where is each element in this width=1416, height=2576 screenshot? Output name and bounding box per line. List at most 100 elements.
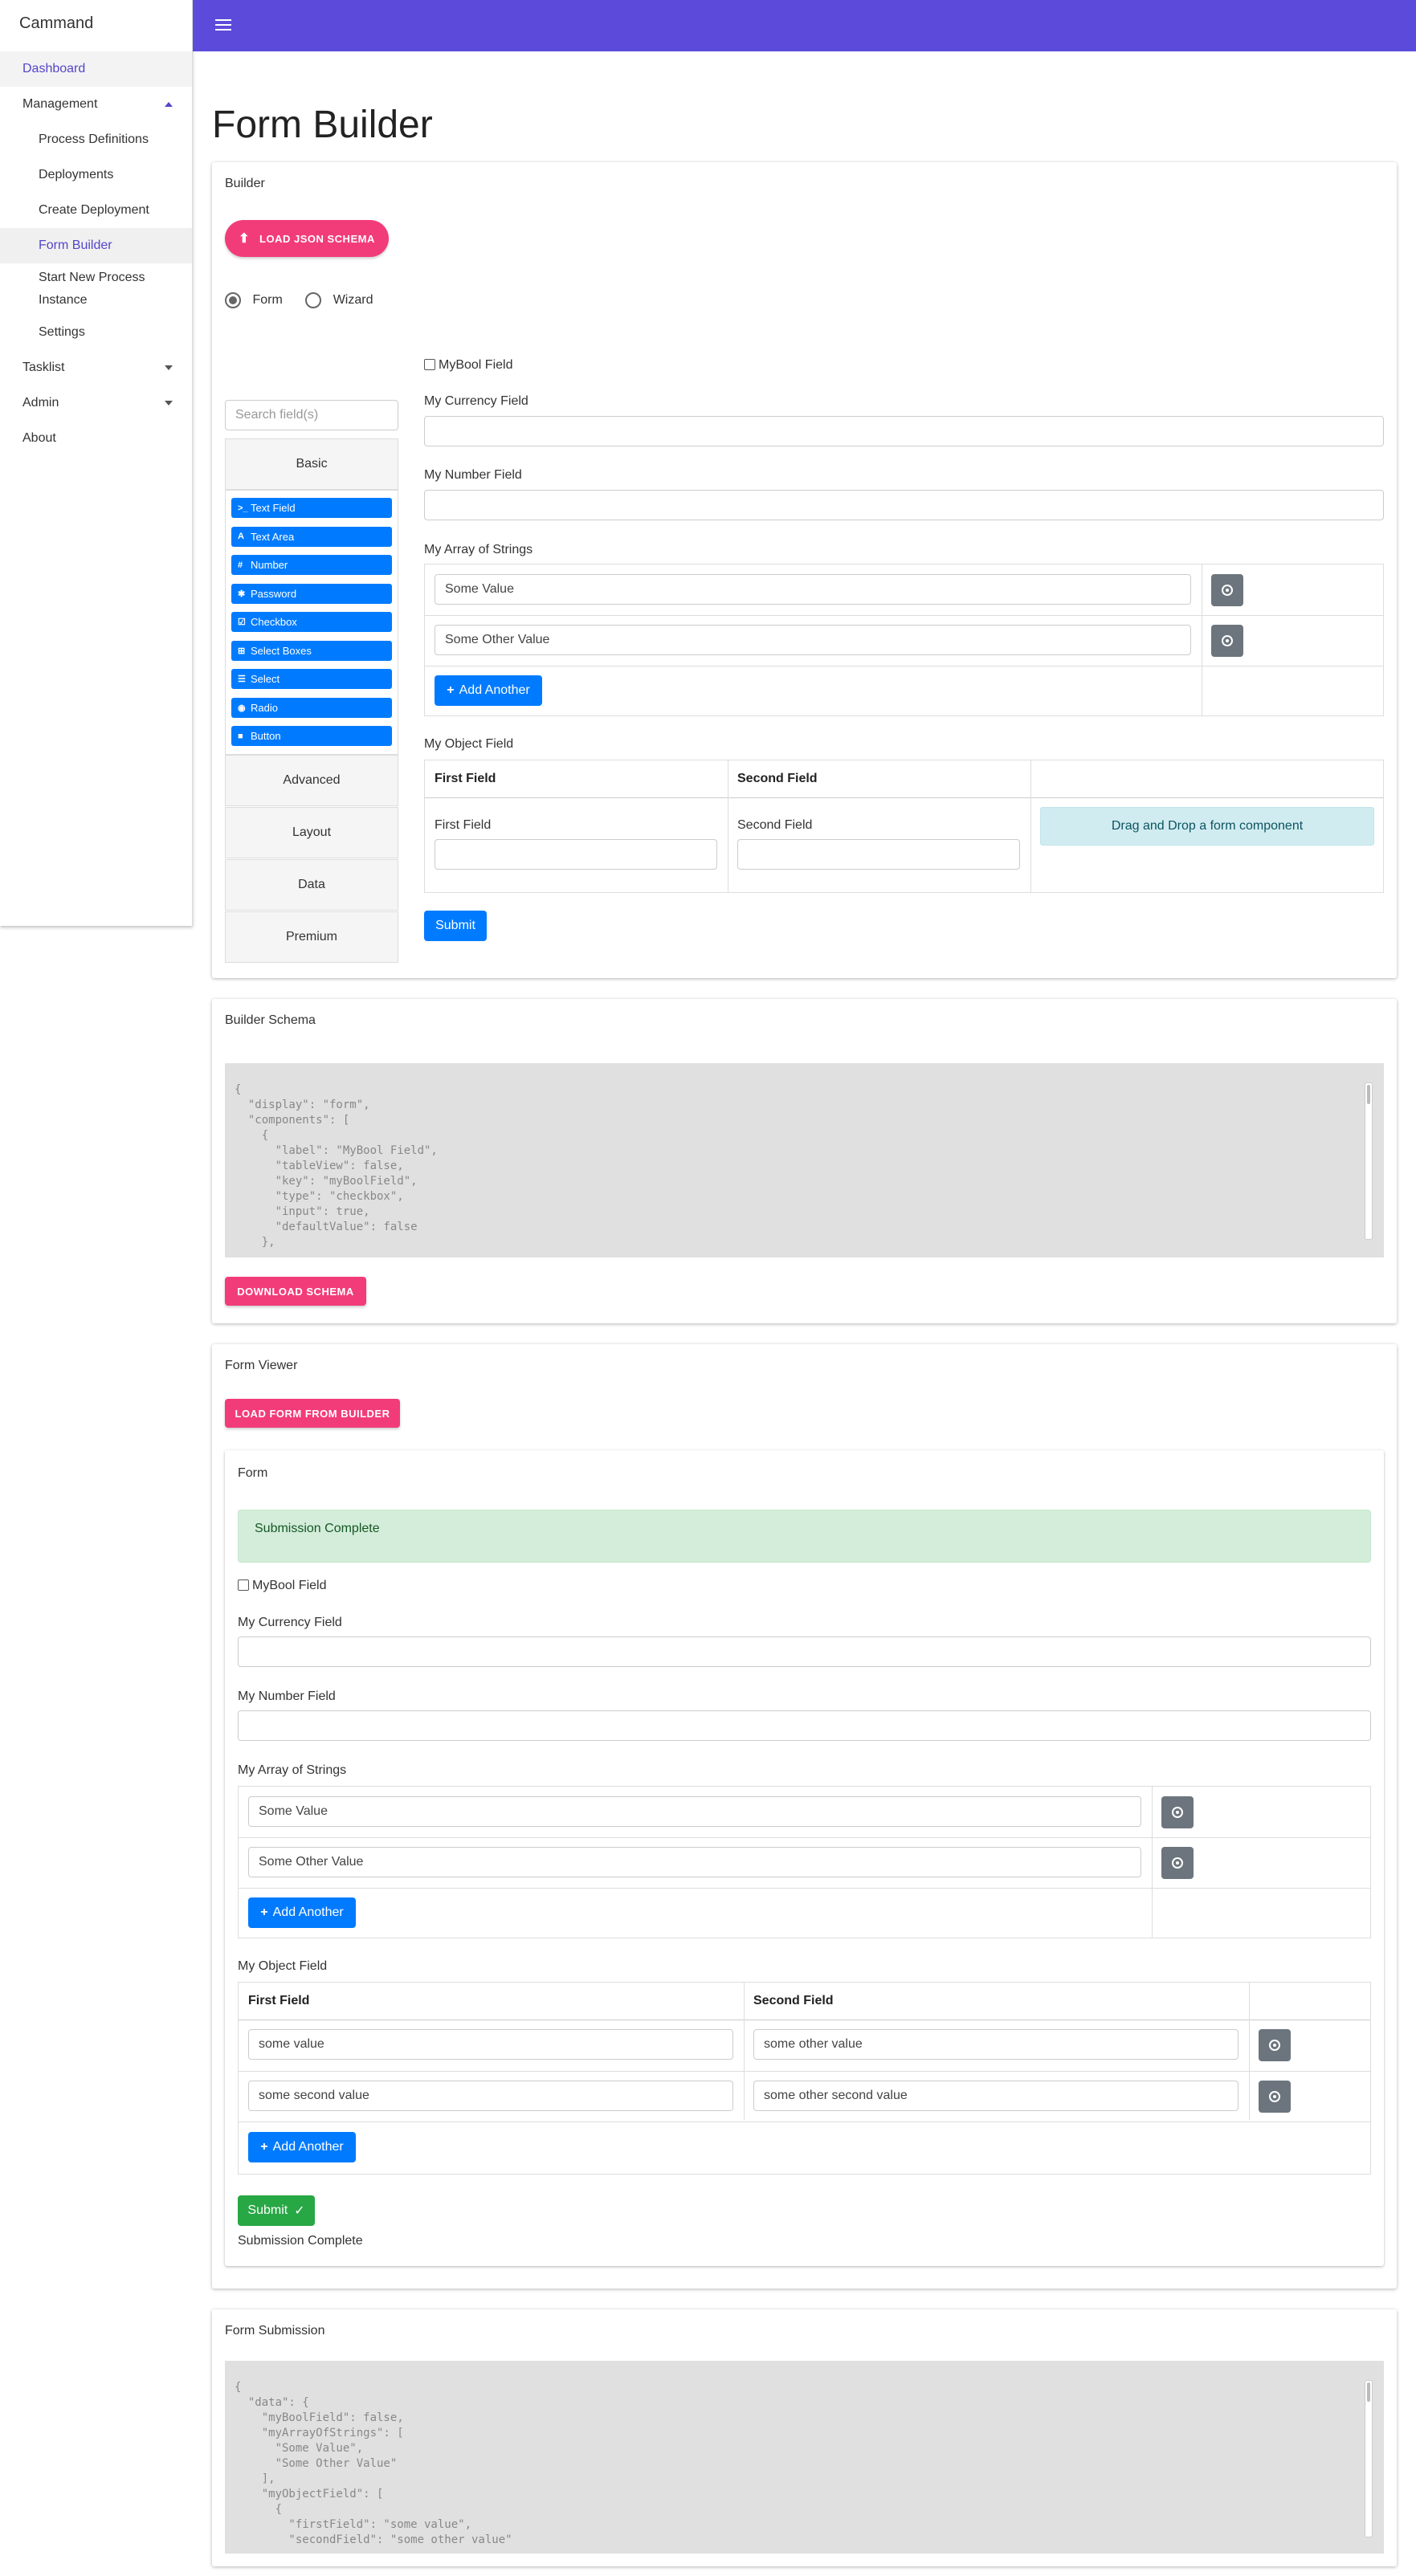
sidebar-item-deployments[interactable]: Deployments (0, 157, 192, 193)
sidebar-item-label: Form Builder (39, 238, 112, 252)
component-text-area[interactable]: A Text Area (231, 526, 392, 547)
viewer-title: Form Viewer (225, 1359, 298, 1372)
number-input[interactable] (238, 1710, 1371, 1741)
checkbox[interactable] (238, 1579, 249, 1591)
sidebar-item-admin[interactable]: Admin (0, 385, 192, 421)
array-value-input[interactable]: Some Value (248, 1796, 1141, 1827)
chevron-up-icon (165, 102, 173, 107)
submit-button[interactable]: Submit (424, 911, 487, 941)
remove-row-button[interactable] (1259, 2029, 1291, 2061)
bool-field[interactable]: MyBool Field (424, 358, 512, 373)
object-table: First Field Second Field some value some… (238, 1982, 1371, 2175)
component-icon: ■ (238, 731, 243, 741)
schema-code-viewer[interactable]: { "display": "form", "components": [ { "… (225, 1063, 1384, 1257)
component-password[interactable]: ✱ Password (231, 583, 392, 604)
array-field-label: My Array of Strings (238, 1763, 347, 1777)
component-radio[interactable]: ◉ Radio (231, 697, 392, 718)
component-label: Number (251, 559, 288, 571)
group-layout[interactable]: Layout (225, 807, 398, 858)
second-field-label: Second Field (737, 818, 813, 832)
group-data[interactable]: Data (225, 859, 398, 911)
button-label: LOAD JSON SCHEMA (259, 232, 375, 245)
component-button[interactable]: ■ Button (231, 726, 392, 746)
checkbox[interactable] (424, 359, 435, 370)
second-field-input[interactable]: some other second value (753, 2081, 1238, 2111)
sidebar-item-management[interactable]: Management (0, 87, 192, 122)
load-json-schema-button[interactable]: ⬆ LOAD JSON SCHEMA (225, 220, 389, 257)
number-field-label: My Number Field (238, 1689, 336, 1703)
check-icon: ✓ (294, 2204, 305, 2218)
component-number[interactable]: # Number (231, 555, 392, 575)
remove-row-button[interactable] (1211, 574, 1243, 606)
currency-input[interactable] (238, 1636, 1371, 1667)
remove-row-button[interactable] (1211, 625, 1243, 657)
component-text-field[interactable]: >_ Text Field (231, 498, 392, 518)
sidebar-item-dashboard[interactable]: Dashboard (0, 51, 192, 87)
component-icon: >_ (238, 503, 248, 513)
number-field-label: My Number Field (424, 468, 522, 482)
radio-wizard[interactable] (305, 292, 322, 308)
component-label: Select (251, 673, 280, 685)
radio-form[interactable] (225, 292, 241, 308)
component-label: Text Area (251, 530, 295, 543)
component-checkbox[interactable]: ☑ Checkbox (231, 612, 392, 632)
component-icon: ◉ (238, 703, 246, 713)
plus-icon: + (260, 2140, 268, 2154)
submission-code-viewer[interactable]: { "data": { "myBoolField": false, "myArr… (225, 2361, 1384, 2554)
submit-button[interactable]: Submit ✓ (238, 2195, 315, 2226)
hamburger-menu-icon[interactable] (215, 19, 231, 31)
array-value-input[interactable]: Some Other Value (248, 1847, 1141, 1877)
component-label: Radio (251, 701, 278, 714)
add-another-button[interactable]: + Add Another (435, 675, 542, 706)
component-icon: A (238, 532, 244, 541)
group-basic[interactable]: Basic (225, 438, 398, 490)
radio-form-label: Form (252, 293, 283, 308)
chevron-down-icon (165, 401, 173, 406)
bool-field[interactable]: MyBool Field (238, 1579, 326, 1593)
component-label: Button (251, 730, 281, 742)
scrollbar[interactable] (1365, 1082, 1373, 1240)
first-field-input[interactable]: some second value (248, 2081, 733, 2111)
group-advanced[interactable]: Advanced (225, 755, 398, 806)
add-another-button[interactable]: + Add Another (248, 2132, 356, 2162)
remove-row-button[interactable] (1161, 1796, 1194, 1828)
download-schema-button[interactable]: DOWNLOAD SCHEMA (225, 1277, 366, 1306)
radio-wizard-label: Wizard (333, 293, 373, 308)
upload-icon: ⬆ (239, 232, 251, 246)
search-fields-input[interactable]: Search field(s) (225, 400, 398, 430)
sidebar-item-tasklist[interactable]: Tasklist (0, 350, 192, 385)
sidebar-item-process-definitions[interactable]: Process Definitions (0, 122, 192, 157)
object-table: First Field Second Field First Field Sec… (424, 760, 1384, 893)
component-select[interactable]: ☰ Select (231, 669, 392, 689)
form-viewer-card: Form Viewer LOAD FORM FROM BUILDER Form … (212, 1344, 1397, 2289)
bool-field-label: MyBool Field (439, 358, 513, 372)
group-premium[interactable]: Premium (225, 911, 398, 963)
button-label: Add Another (272, 1906, 344, 1919)
array-value-input[interactable]: Some Value (435, 574, 1191, 605)
add-another-button[interactable]: + Add Another (248, 1897, 356, 1928)
sidebar-item-about[interactable]: About (0, 421, 192, 456)
remove-row-button[interactable] (1161, 1847, 1194, 1879)
drop-zone[interactable]: Drag and Drop a form component (1040, 807, 1374, 846)
second-field-input[interactable] (737, 839, 1020, 870)
sidebar-item-label: Create Deployment (39, 203, 149, 217)
currency-input[interactable] (424, 416, 1384, 446)
sidebar-item-form-builder[interactable]: Form Builder (0, 228, 192, 263)
builder-card: Builder ⬆ LOAD JSON SCHEMA Form Wizard Se… (212, 162, 1397, 978)
display-radio-group: Form Wizard (225, 292, 373, 308)
object-field-label: My Object Field (238, 1959, 328, 1973)
component-select-boxes[interactable]: ⊞ Select Boxes (231, 640, 392, 661)
sidebar-item-create-deployment[interactable]: Create Deployment (0, 193, 192, 228)
load-form-from-builder-button[interactable]: LOAD FORM FROM BUILDER (225, 1399, 400, 1428)
array-value-input[interactable]: Some Other Value (435, 625, 1191, 655)
sidebar-item-settings[interactable]: Settings (0, 315, 192, 350)
remove-row-button[interactable] (1259, 2081, 1291, 2113)
sidebar-item-label: About (22, 431, 56, 445)
first-field-input[interactable]: some value (248, 2029, 733, 2060)
number-input[interactable] (424, 490, 1384, 520)
scrollbar[interactable] (1365, 2380, 1373, 2537)
page-title: Form Builder (212, 104, 433, 146)
sidebar-item-start-process[interactable]: Start New Process Instance (0, 263, 192, 315)
first-field-input[interactable] (435, 839, 717, 870)
second-field-input[interactable]: some other value (753, 2029, 1238, 2060)
